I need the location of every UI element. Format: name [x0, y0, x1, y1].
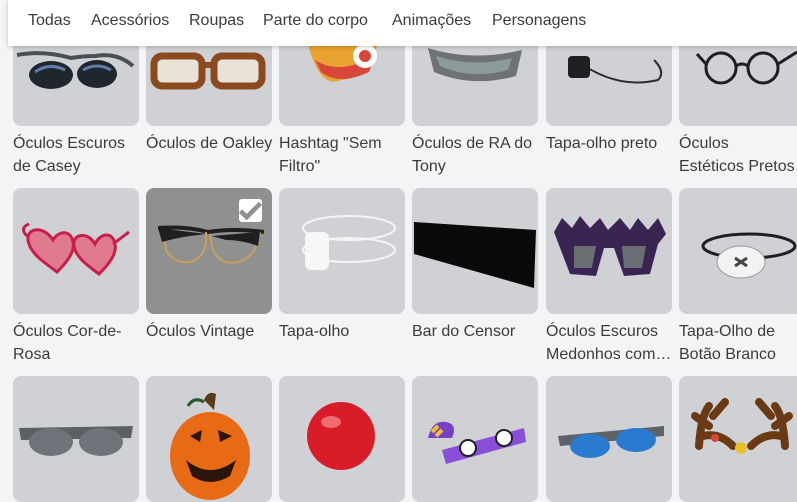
tab-personagens[interactable]: Personagens — [492, 12, 586, 30]
item-name[interactable]: Óculos Cor-de-Rosa — [13, 320, 141, 366]
tab-animacoes[interactable]: Animações — [392, 12, 471, 30]
item-name[interactable]: Óculos de RA do Tony — [412, 132, 540, 178]
item-thumbnail[interactable] — [679, 376, 797, 502]
item-name[interactable]: Óculos Escuros de Casey — [13, 132, 141, 178]
item-thumbnail-bar-do-censor[interactable] — [412, 188, 538, 314]
tab-parte-do-corpo[interactable]: Parte do corpo — [263, 12, 368, 30]
pumpkin-icon — [170, 392, 250, 500]
item-name[interactable]: Tapa-olho — [279, 320, 407, 343]
item-thumbnail[interactable] — [279, 376, 405, 502]
item-thumbnail-oculos-cor-de-rosa[interactable] — [13, 188, 139, 314]
item-thumbnail-oculos-escuros-medonhos[interactable] — [546, 188, 672, 314]
item-name[interactable]: Tapa-olho preto — [546, 132, 674, 155]
antlers-icon — [691, 398, 793, 454]
item-thumbnail[interactable] — [412, 376, 538, 502]
selected-check-icon — [239, 199, 262, 222]
spiky-glasses-icon — [554, 216, 666, 276]
heart-glasses-icon — [22, 222, 130, 276]
item-thumbnail-tapa-olho-de-botao-branco[interactable] — [679, 188, 797, 314]
category-tabs: Todas Acessórios Roupas Parte do corpo A… — [8, 0, 797, 46]
tab-acessorios[interactable]: Acessórios — [91, 12, 169, 30]
item-thumbnail-tapa-olho[interactable] — [279, 188, 405, 314]
button-eyepatch-icon — [701, 232, 797, 279]
item-name[interactable]: Óculos de Oakley — [146, 132, 274, 155]
tab-todas[interactable]: Todas — [28, 12, 71, 30]
item-thumbnail[interactable] — [13, 376, 139, 502]
item-name[interactable]: Bar do Censor — [412, 320, 540, 343]
item-name[interactable]: Hashtag "Sem Filtro" — [279, 132, 407, 178]
item-thumbnail-oculos-vintage[interactable] — [146, 188, 272, 314]
item-name[interactable]: Tapa-Olho de Botão Branco — [679, 320, 797, 366]
item-thumbnail[interactable] — [146, 376, 272, 502]
gray-sunglasses-icon — [19, 426, 133, 456]
purple-glasses-icon — [428, 421, 526, 464]
item-name[interactable]: Óculos Estéticos Pretos — [679, 132, 797, 178]
item-name[interactable]: Óculos Escuros Medonhos com… — [546, 320, 674, 366]
blue-sunglasses-icon — [558, 426, 664, 458]
censor-bar-icon — [414, 222, 536, 288]
item-name[interactable]: Óculos Vintage — [146, 320, 274, 343]
item-thumbnail[interactable] — [546, 376, 672, 502]
tab-roupas[interactable]: Roupas — [189, 12, 244, 30]
red-nose-icon — [307, 402, 375, 470]
white-eyepatch-icon — [302, 215, 396, 270]
